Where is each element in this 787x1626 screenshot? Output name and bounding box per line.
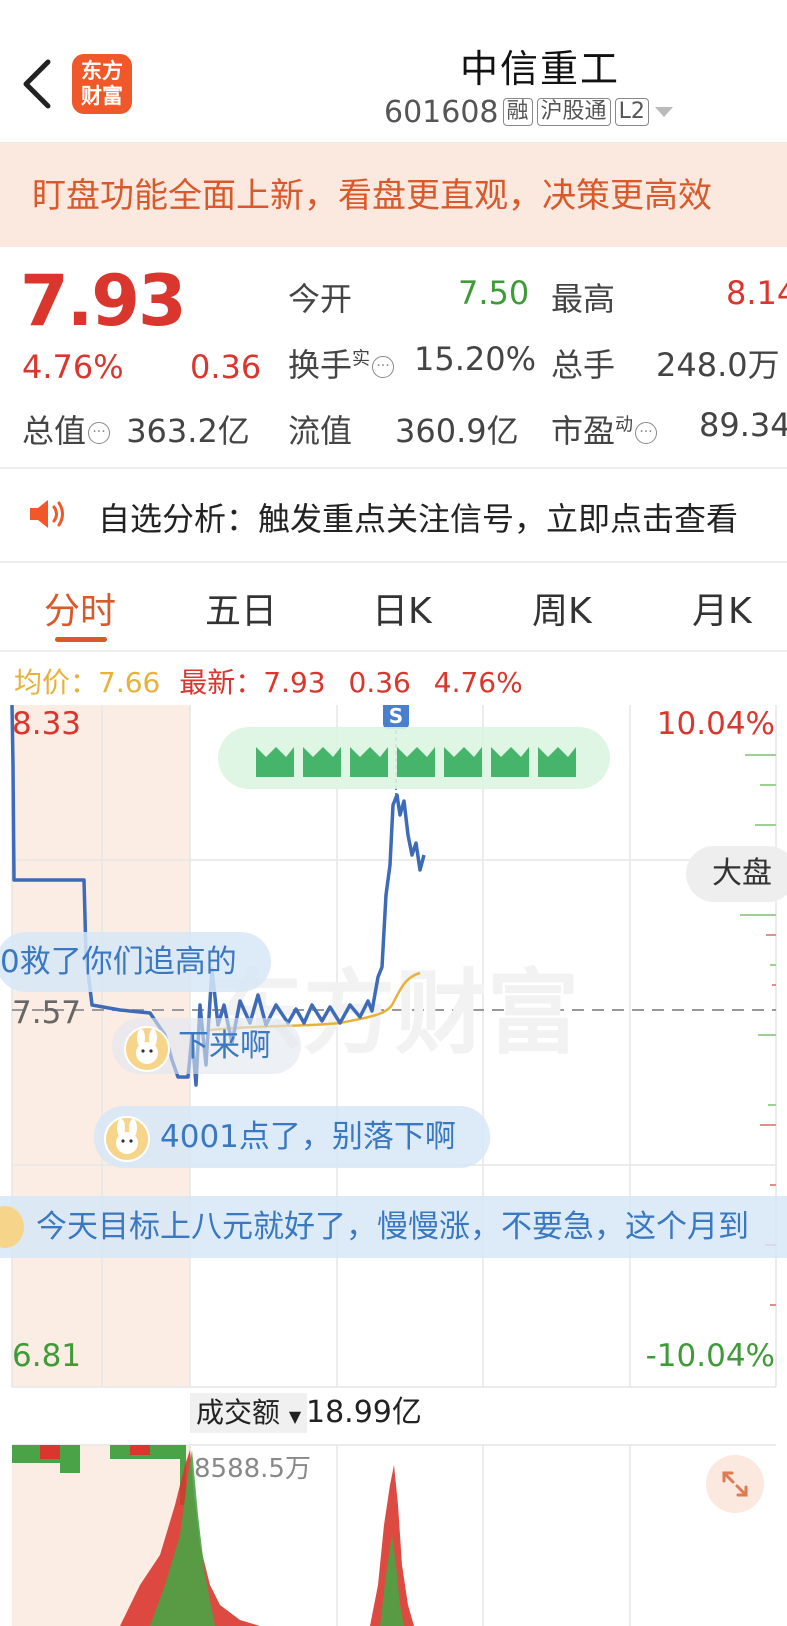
info-icon[interactable]: ···	[88, 422, 111, 444]
high-label: 最高	[551, 280, 616, 318]
tab-intraday[interactable]: 分时	[44, 582, 116, 634]
divider	[0, 561, 787, 563]
comment-text: 0救了你们追高的	[0, 944, 237, 980]
pattern-icons	[256, 747, 576, 777]
pe-sup: 动	[615, 414, 634, 436]
tab-weekly-k[interactable]: 周K	[532, 582, 592, 634]
volume-label: 总手	[551, 346, 616, 384]
divider	[0, 650, 787, 652]
latest-value: 7.93	[263, 666, 326, 699]
comment-bubble[interactable]: 0救了你们追高的	[0, 932, 271, 992]
volume-value: 248.0万	[656, 346, 780, 384]
tab-five-day[interactable]: 五日	[205, 582, 277, 634]
info-icon[interactable]: ···	[372, 356, 395, 378]
expand-icon	[722, 1471, 748, 1497]
market-index-button[interactable]: 大盘	[686, 846, 787, 902]
pct-axis-max: 10.04%	[656, 706, 775, 742]
volume-indicator-select[interactable]: 成交额 ▼	[190, 1393, 308, 1433]
y-axis-min: 6.81	[12, 1338, 82, 1374]
current-price: 7.93	[20, 260, 187, 342]
latest-percent: 4.76%	[433, 666, 523, 699]
comment-bubble[interactable]: 4001点了，别落下啊	[94, 1106, 490, 1168]
change-amount: 0.36	[190, 348, 262, 386]
turnover-sup: 实	[352, 348, 371, 370]
dropdown-triangle-icon[interactable]	[653, 105, 675, 119]
tab-daily-k[interactable]: 日K	[372, 582, 432, 634]
market-cap-label: 总值	[22, 412, 87, 450]
avg-value: 7.66	[98, 666, 161, 699]
open-value: 7.50	[458, 274, 530, 312]
tab-underline	[55, 637, 107, 642]
turnover-label: 换手	[288, 346, 353, 384]
analysis-banner-text[interactable]: 自选分析：触发重点关注信号，立即点击查看	[98, 494, 738, 540]
avatar[interactable]	[104, 1116, 150, 1162]
market-cap-value: 363.2亿	[126, 412, 250, 450]
pe-label: 市盈	[551, 412, 616, 450]
float-value: 360.9亿	[395, 412, 519, 450]
y-axis-mid: 7.57	[12, 995, 82, 1031]
app-logo: 东方 财富	[72, 54, 132, 114]
fullscreen-button[interactable]	[706, 1455, 764, 1513]
market-cap-row[interactable]: 总值 ··· 363.2亿	[22, 406, 250, 452]
latest-label: 最新：	[179, 666, 264, 699]
info-icon[interactable]: ···	[635, 422, 658, 444]
stock-name: 中信重工	[459, 47, 620, 91]
latest-change: 0.36	[348, 666, 411, 699]
tab-monthly-k[interactable]: 月K	[692, 582, 752, 634]
float-label: 流值	[288, 412, 353, 450]
comment-text: 今天目标上八元就好了，慢慢涨，不要急，这个月到	[36, 1209, 749, 1245]
promo-banner-text: 盯盘功能全面上新，看盘更直观，决策更高效	[32, 176, 712, 216]
tag-level2: L2	[614, 98, 649, 126]
right-ticks-green	[740, 754, 776, 1106]
logo-text-1: 东方	[81, 59, 123, 83]
avg-label: 均价：	[14, 666, 99, 699]
change-percent: 4.76%	[22, 348, 124, 386]
logo-text-2: 财富	[81, 84, 123, 108]
pct-axis-min: -10.04%	[645, 1338, 775, 1374]
pe-row[interactable]: 市盈动 ···	[551, 406, 658, 452]
comment-text: 4001点了，别落下啊	[160, 1119, 456, 1155]
back-arrow-icon[interactable]	[14, 52, 58, 116]
avatar[interactable]	[124, 1026, 170, 1072]
high-value: 8.14	[726, 274, 787, 312]
pe-value: 89.34	[699, 406, 787, 444]
comment-bubble[interactable]: 今天目标上八元就好了，慢慢涨，不要急，这个月到	[0, 1196, 787, 1258]
open-label: 今开	[288, 280, 353, 318]
speaker-icon	[30, 500, 64, 528]
stock-subtitle[interactable]: 601608 融 沪股通 L2	[384, 94, 675, 130]
volume-max: 8588.5万	[194, 1454, 311, 1484]
rabbit-avatar-icon	[116, 1119, 138, 1154]
turnover-row[interactable]: 换手实 ···	[288, 340, 395, 386]
chart-legend: 均价：7.66 最新：7.93 0.36 4.76%	[14, 661, 523, 701]
volume-select-label: 成交额	[196, 1396, 281, 1429]
rabbit-avatar-icon	[136, 1029, 158, 1064]
volume-total: 18.99亿	[306, 1395, 422, 1430]
stock-code: 601608	[384, 94, 499, 130]
y-axis-max: 8.33	[12, 706, 82, 742]
divider	[0, 467, 787, 469]
tag-margin: 融	[502, 98, 533, 126]
dropdown-triangle-icon: ▼	[288, 1407, 302, 1426]
comment-text: 下来啊	[178, 1028, 271, 1064]
turnover-value: 15.20%	[414, 340, 537, 378]
signal-marker-text: S	[389, 705, 403, 728]
tag-connect: 沪股通	[536, 98, 611, 126]
